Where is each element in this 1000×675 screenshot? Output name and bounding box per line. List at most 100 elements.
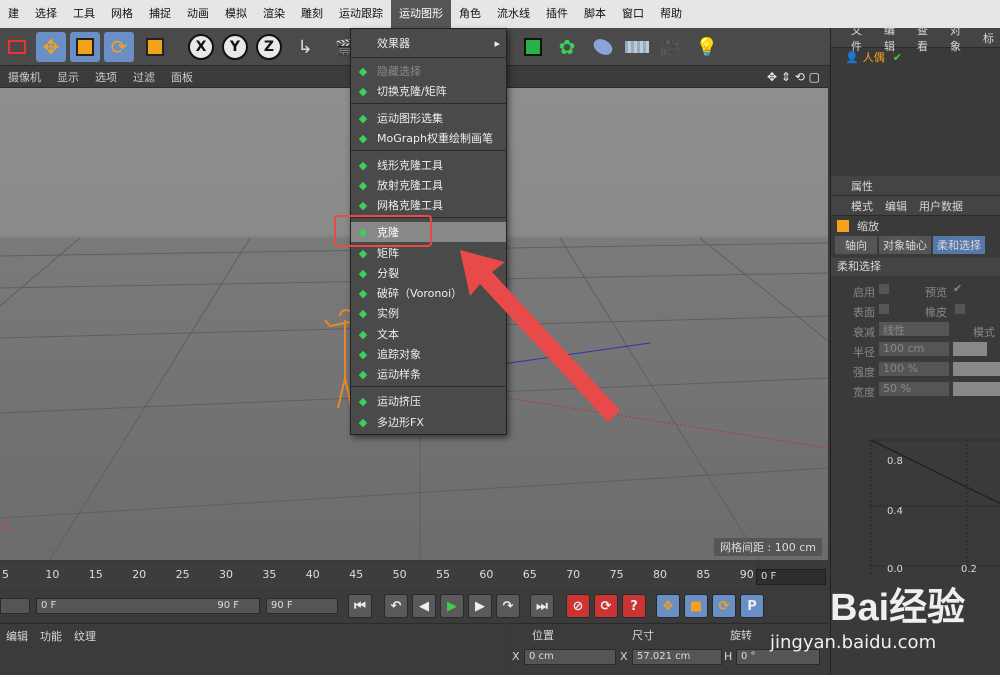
- menubar-item[interactable]: 雕刻: [293, 0, 331, 28]
- viewport-menu-display[interactable]: 显示: [49, 69, 87, 85]
- material-menu-texture[interactable]: 纹理: [74, 628, 96, 644]
- material-menu-edit[interactable]: 编辑: [6, 628, 28, 644]
- obj-menu-view[interactable]: 查看: [911, 22, 944, 54]
- radius-slider[interactable]: [953, 342, 987, 356]
- move-tool-button[interactable]: ✥: [36, 32, 66, 62]
- coord-tool-button[interactable]: [140, 32, 170, 62]
- menubar-item[interactable]: 流水线: [489, 0, 538, 28]
- axis-z-button[interactable]: Z: [254, 32, 284, 62]
- strength-slider[interactable]: [953, 362, 1000, 376]
- key-scale-button[interactable]: ■: [684, 594, 708, 618]
- deformer-button[interactable]: [588, 32, 618, 62]
- strength-field[interactable]: 100 %: [879, 362, 949, 376]
- obj-menu-object[interactable]: 对象: [944, 22, 977, 54]
- menubar-item[interactable]: 选择: [27, 0, 65, 28]
- key-move-button[interactable]: ✥: [656, 594, 680, 618]
- position-x-field[interactable]: 0 cm: [524, 649, 616, 665]
- check-icon[interactable]: ✔: [893, 51, 902, 64]
- menu-item[interactable]: 效果器 ▸: [351, 33, 506, 53]
- end-frame-field[interactable]: 90 F: [266, 598, 338, 614]
- menubar-item[interactable]: 建: [0, 0, 27, 28]
- keyframe-help-button[interactable]: ?: [622, 594, 646, 618]
- rubber-checkbox[interactable]: [955, 304, 965, 314]
- prev-key-button[interactable]: ↶: [384, 594, 408, 618]
- menu-item[interactable]: ◆ 运动图形选集: [351, 108, 506, 128]
- viewport-menu-panel[interactable]: 面板: [163, 69, 201, 85]
- grid-clone-icon: ◆: [358, 198, 368, 212]
- menubar-item[interactable]: 插件: [538, 0, 576, 28]
- viewport-menu-filter[interactable]: 过滤: [125, 69, 163, 85]
- radius-field[interactable]: 100 cm: [879, 342, 949, 356]
- autokey-button[interactable]: ⟳: [594, 594, 618, 618]
- hide-select-icon: ◆: [358, 64, 368, 78]
- go-start-button[interactable]: ⏮: [348, 594, 372, 618]
- menubar-item[interactable]: 动画: [179, 0, 217, 28]
- menu-item-label: 多边形FX: [377, 416, 424, 429]
- record-button[interactable]: ⊘: [566, 594, 590, 618]
- falloff-graph-svg: [870, 439, 1000, 576]
- menubar-item[interactable]: 帮助: [652, 0, 690, 28]
- rotate-tool-button[interactable]: ⟳: [104, 32, 134, 62]
- viewport-menu-camera[interactable]: 摄像机: [0, 69, 49, 85]
- menubar-item[interactable]: 渲染: [255, 0, 293, 28]
- menubar-item[interactable]: 脚本: [576, 0, 614, 28]
- width-field[interactable]: 50 %: [879, 382, 949, 396]
- menubar-item[interactable]: 运动跟踪: [331, 0, 391, 28]
- key-rotate-button[interactable]: ⟳: [712, 594, 736, 618]
- subtab-object-axis[interactable]: 对象轴心: [879, 236, 931, 254]
- width-slider[interactable]: [953, 382, 1000, 396]
- play-button[interactable]: ▶: [440, 594, 464, 618]
- light-button[interactable]: 💡: [692, 32, 722, 62]
- attr-menu-mode[interactable]: 模式: [845, 198, 879, 214]
- cube-button[interactable]: [518, 32, 548, 62]
- timeline-ruler[interactable]: 5 10 15 20 25 30 35 40 45 50 55 60 65 70 75 80 85 90: [0, 562, 755, 588]
- menubar-item[interactable]: 捕捉: [141, 0, 179, 28]
- menubar-item[interactable]: 运动图形: [391, 0, 451, 28]
- obj-menu-tag[interactable]: 标: [977, 30, 1000, 46]
- prev-frame-button[interactable]: ◀: [412, 594, 436, 618]
- subtab-soft-selection[interactable]: 柔和选择: [933, 236, 985, 254]
- object-name[interactable]: 人偶: [863, 49, 885, 65]
- start-frame-field[interactable]: [0, 598, 30, 614]
- menu-item[interactable]: ◆ 切换克隆/矩阵: [351, 81, 506, 101]
- falloff-graph[interactable]: 0.8 0.4 0.0 0.2: [831, 426, 1000, 576]
- viewport-menu-options[interactable]: 选项: [87, 69, 125, 85]
- next-frame-button[interactable]: ▶: [468, 594, 492, 618]
- menu-item[interactable]: ◆ 网格克隆工具: [351, 195, 506, 215]
- menu-item[interactable]: ◆ 线形克隆工具: [351, 155, 506, 175]
- floor-button[interactable]: [622, 32, 652, 62]
- viewport-nav-icons[interactable]: ✥ ⇕ ⟲ ▢: [759, 70, 828, 84]
- frame-range-slider[interactable]: 0 F 90 F: [36, 598, 260, 614]
- polyfx-icon: ◆: [358, 415, 368, 429]
- scale-tool-button[interactable]: [70, 32, 100, 62]
- axis-y-button[interactable]: Y: [220, 32, 250, 62]
- attr-menu-edit[interactable]: 编辑: [879, 198, 913, 214]
- enable-checkbox[interactable]: [879, 284, 889, 294]
- menubar-item[interactable]: 窗口: [614, 0, 652, 28]
- radius-label: 半径: [853, 346, 875, 359]
- menubar-item[interactable]: 工具: [65, 0, 103, 28]
- material-menu-function[interactable]: 功能: [40, 628, 62, 644]
- falloff-select[interactable]: 线性: [879, 322, 949, 337]
- world-coords-button[interactable]: ↳: [290, 32, 320, 62]
- preview-label: 预览: [925, 286, 947, 299]
- menubar-item[interactable]: 网格: [103, 0, 141, 28]
- timeline-tick-label: 45: [349, 568, 364, 581]
- menubar-item[interactable]: 模拟: [217, 0, 255, 28]
- go-end-button[interactable]: ⏭: [530, 594, 554, 618]
- camera-button[interactable]: 🎥: [656, 32, 686, 62]
- menu-item[interactable]: ◆ 放射克隆工具: [351, 175, 506, 195]
- surface-checkbox[interactable]: [879, 304, 889, 314]
- preview-check-icon[interactable]: ✔: [953, 282, 962, 295]
- menu-item[interactable]: ◆ MoGraph权重绘制画笔: [351, 128, 506, 148]
- size-x-field[interactable]: 57.021 cm: [632, 649, 722, 665]
- key-param-button[interactable]: P: [740, 594, 764, 618]
- axis-x-button[interactable]: X: [186, 32, 216, 62]
- next-key-button[interactable]: ↷: [496, 594, 520, 618]
- menu-item-label: 分裂: [377, 267, 399, 280]
- menubar-item[interactable]: 角色: [451, 0, 489, 28]
- mograph-button[interactable]: ✿: [552, 32, 582, 62]
- select-tool-button[interactable]: [2, 32, 32, 62]
- subtab-axis[interactable]: 轴向: [835, 236, 877, 254]
- attr-menu-userdata[interactable]: 用户数据: [913, 198, 969, 214]
